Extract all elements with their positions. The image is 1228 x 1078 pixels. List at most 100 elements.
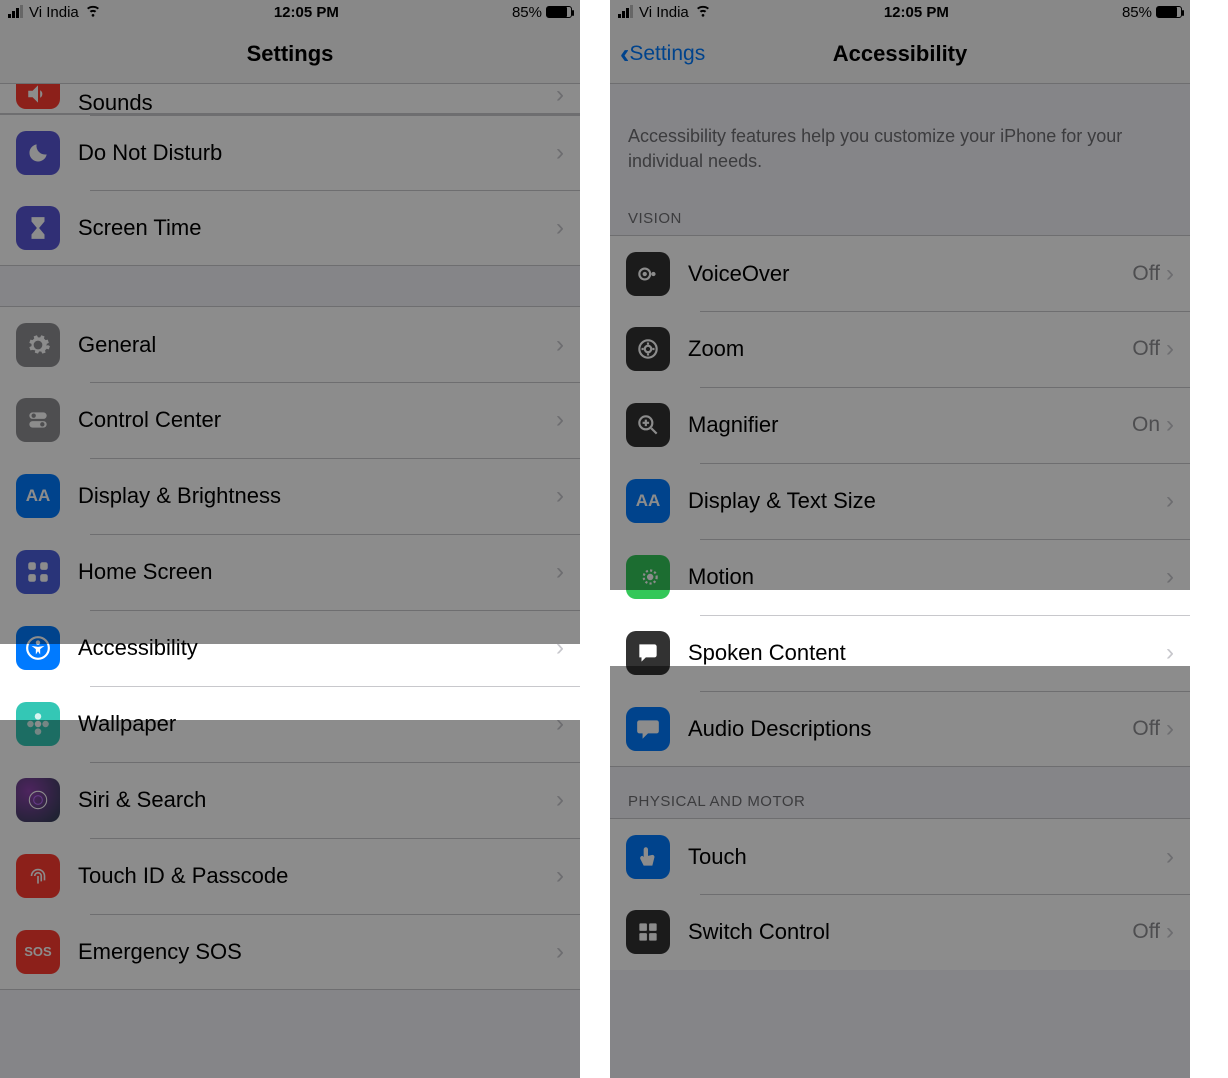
switch-control-icon — [626, 910, 670, 954]
chevron-icon: › — [556, 710, 564, 738]
row-wallpaper[interactable]: Wallpaper › — [0, 686, 580, 762]
zoom-icon — [626, 327, 670, 371]
settings-screen: Vi India 12:05 PM 85% Settings Sounds › … — [0, 0, 580, 1078]
row-dnd[interactable]: Do Not Disturb › — [0, 114, 580, 190]
battery-icon — [1156, 6, 1182, 18]
row-switch-control[interactable]: Switch Control Off › — [610, 894, 1190, 970]
fingerprint-icon — [16, 854, 60, 898]
row-label: Display & Text Size — [688, 488, 1166, 514]
carrier-label: Vi India — [639, 4, 689, 21]
section-header-physical: PHYSICAL AND MOTOR — [610, 767, 1190, 818]
status-bar: Vi India 12:05 PM 85% — [610, 0, 1190, 24]
back-label: Settings — [629, 42, 705, 66]
row-motion[interactable]: Motion › — [610, 539, 1190, 615]
row-value: Off — [1132, 337, 1160, 361]
sounds-icon — [16, 84, 60, 109]
chevron-icon: › — [1166, 411, 1174, 439]
voiceover-icon — [626, 252, 670, 296]
audio-desc-icon — [626, 707, 670, 751]
row-label: Siri & Search — [78, 787, 556, 813]
row-label: Screen Time — [78, 215, 556, 241]
gear-icon — [16, 323, 60, 367]
row-audio-descriptions[interactable]: Audio Descriptions Off › — [610, 691, 1190, 767]
chevron-icon: › — [556, 634, 564, 662]
status-time: 12:05 PM — [101, 4, 512, 21]
chevron-icon: › — [556, 139, 564, 167]
motion-icon — [626, 555, 670, 599]
nav-bar: ‹ Settings Accessibility — [610, 24, 1190, 84]
battery-percent: 85% — [1122, 4, 1152, 21]
row-home-screen[interactable]: Home Screen › — [0, 534, 580, 610]
section-description: Accessibility features help you customiz… — [610, 84, 1190, 184]
page-title: Settings — [247, 41, 334, 67]
hourglass-icon — [16, 206, 60, 250]
chevron-icon: › — [556, 84, 564, 109]
chevron-icon: › — [556, 786, 564, 814]
row-general[interactable]: General › — [0, 306, 580, 382]
row-label: Sounds — [78, 97, 556, 109]
row-label: General — [78, 332, 556, 358]
row-zoom[interactable]: Zoom Off › — [610, 311, 1190, 387]
wifi-icon — [695, 2, 711, 22]
page-title: Accessibility — [833, 41, 968, 67]
chevron-icon: › — [1166, 918, 1174, 946]
spoken-content-icon — [626, 631, 670, 675]
chevron-icon: › — [1166, 487, 1174, 515]
chevron-icon: › — [1166, 639, 1174, 667]
row-label: Spoken Content — [688, 640, 1166, 666]
touch-icon — [626, 835, 670, 879]
magnifier-icon — [626, 403, 670, 447]
chevron-icon: › — [1166, 335, 1174, 363]
chevron-icon: › — [1166, 563, 1174, 591]
row-label: Accessibility — [78, 635, 556, 661]
accessibility-screen: Vi India 12:05 PM 85% ‹ Settings Accessi… — [610, 0, 1190, 1078]
row-display-brightness[interactable]: AA Display & Brightness › — [0, 458, 580, 534]
chevron-icon: › — [556, 406, 564, 434]
chevron-icon: › — [1166, 260, 1174, 288]
row-siri[interactable]: Siri & Search › — [0, 762, 580, 838]
chevron-icon: › — [1166, 843, 1174, 871]
row-value: Off — [1132, 920, 1160, 944]
row-label: Magnifier — [688, 412, 1132, 438]
chevron-icon: › — [556, 558, 564, 586]
text-size-icon: AA — [16, 474, 60, 518]
row-sounds[interactable]: Sounds › — [0, 84, 580, 114]
row-control-center[interactable]: Control Center › — [0, 382, 580, 458]
row-sos[interactable]: SOS Emergency SOS › — [0, 914, 580, 990]
row-value: On — [1132, 413, 1160, 437]
nav-bar: Settings — [0, 24, 580, 84]
row-display-text-size[interactable]: AA Display & Text Size › — [610, 463, 1190, 539]
row-value: Off — [1132, 262, 1160, 286]
row-touchid[interactable]: Touch ID & Passcode › — [0, 838, 580, 914]
battery-percent: 85% — [512, 4, 542, 21]
row-label: Control Center — [78, 407, 556, 433]
siri-icon — [16, 778, 60, 822]
signal-icon — [618, 6, 633, 18]
row-label: Wallpaper — [78, 711, 556, 737]
row-accessibility[interactable]: Accessibility › — [0, 610, 580, 686]
moon-icon — [16, 131, 60, 175]
chevron-icon: › — [556, 862, 564, 890]
row-label: Motion — [688, 564, 1166, 590]
row-voiceover[interactable]: VoiceOver Off › — [610, 235, 1190, 311]
row-label: Touch ID & Passcode — [78, 863, 556, 889]
section-header-vision: VISION — [610, 184, 1190, 235]
chevron-icon: › — [556, 214, 564, 242]
accessibility-icon — [16, 626, 60, 670]
flower-icon — [16, 702, 60, 746]
status-time: 12:05 PM — [711, 4, 1122, 21]
sos-icon: SOS — [16, 930, 60, 974]
row-screentime[interactable]: Screen Time › — [0, 190, 580, 266]
chevron-icon: › — [556, 482, 564, 510]
back-button[interactable]: ‹ Settings — [620, 40, 705, 68]
row-label: Display & Brightness — [78, 483, 556, 509]
row-label: VoiceOver — [688, 261, 1132, 287]
row-label: Audio Descriptions — [688, 716, 1132, 742]
row-touch[interactable]: Touch › — [610, 818, 1190, 894]
status-bar: Vi India 12:05 PM 85% — [0, 0, 580, 24]
row-label: Switch Control — [688, 919, 1132, 945]
row-magnifier[interactable]: Magnifier On › — [610, 387, 1190, 463]
row-spoken-content[interactable]: Spoken Content › — [610, 615, 1190, 691]
text-size-icon: AA — [626, 479, 670, 523]
toggles-icon — [16, 398, 60, 442]
